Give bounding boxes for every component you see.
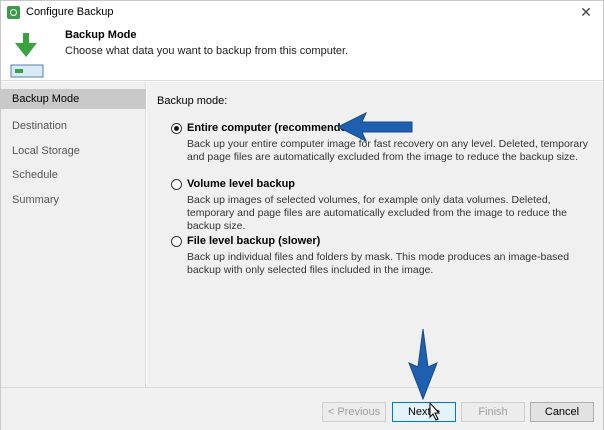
download-arrow-drive-icon bbox=[10, 33, 44, 78]
page-subtitle: Choose what data you want to backup from… bbox=[65, 45, 349, 57]
sidebar-item-schedule[interactable]: Schedule bbox=[1, 165, 146, 185]
window-title: Configure Backup bbox=[26, 6, 114, 18]
option-title[interactable]: Entire computer (recommended) bbox=[187, 122, 357, 134]
option-description: Back up images of selected volumes, for … bbox=[187, 194, 567, 232]
sidebar-item-local-storage[interactable]: Local Storage bbox=[1, 141, 146, 161]
close-button[interactable]: ✕ bbox=[577, 3, 595, 21]
wizard-sidebar: Backup Mode Destination Local Storage Sc… bbox=[1, 82, 146, 387]
main-panel: Backup mode: Entire computer (recommende… bbox=[147, 82, 603, 387]
next-button[interactable]: Next > bbox=[392, 402, 456, 422]
sidebar-item-summary[interactable]: Summary bbox=[1, 190, 146, 210]
option-title[interactable]: Volume level backup bbox=[187, 178, 295, 190]
option-description: Back up individual files and folders by … bbox=[187, 251, 570, 276]
option-title[interactable]: File level backup (slower) bbox=[187, 235, 320, 247]
option-description: Back up your entire computer image for f… bbox=[187, 138, 588, 163]
wizard-footer: < Previous Next > Finish Cancel bbox=[1, 387, 603, 430]
wizard-header: Backup Mode Choose what data you want to… bbox=[1, 25, 603, 81]
configure-backup-window: Configure Backup ✕ Backup Mode Choose wh… bbox=[0, 0, 604, 430]
file-level-radio[interactable] bbox=[171, 236, 182, 247]
app-icon bbox=[7, 6, 20, 19]
sidebar-item-destination[interactable]: Destination bbox=[1, 116, 146, 136]
finish-button[interactable]: Finish bbox=[461, 402, 525, 422]
volume-level-radio[interactable] bbox=[171, 179, 182, 190]
sidebar-item-backup-mode[interactable]: Backup Mode bbox=[1, 89, 146, 109]
cancel-button[interactable]: Cancel bbox=[530, 402, 594, 422]
title-bar: Configure Backup ✕ bbox=[1, 1, 603, 25]
backup-mode-label: Backup mode: bbox=[157, 95, 228, 107]
entire-computer-radio[interactable] bbox=[171, 123, 182, 134]
page-title: Backup Mode bbox=[65, 29, 137, 41]
previous-button[interactable]: < Previous bbox=[322, 402, 386, 422]
